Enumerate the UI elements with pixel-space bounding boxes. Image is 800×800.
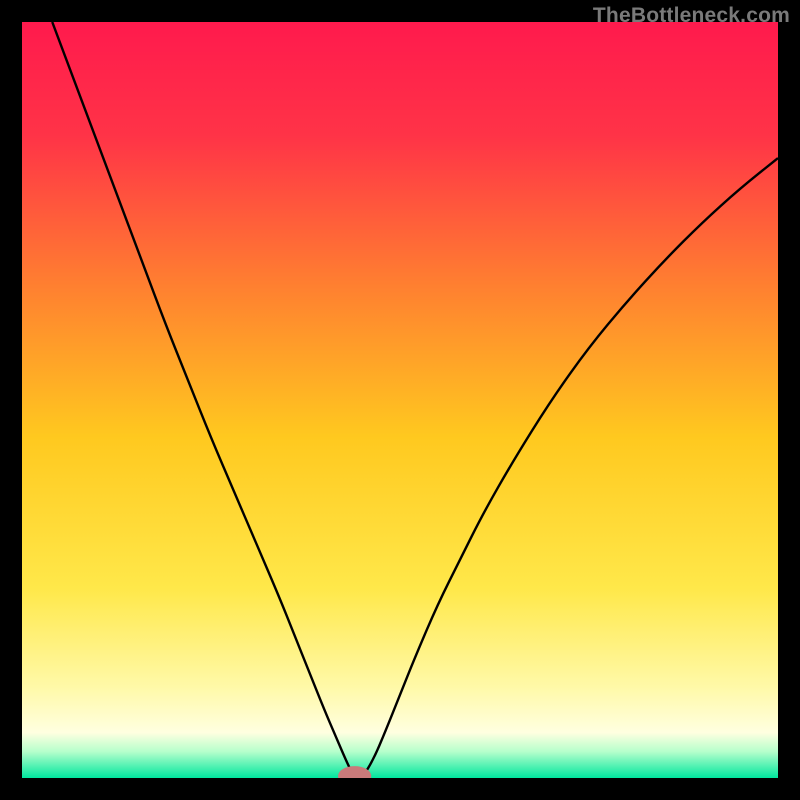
gradient-background [22,22,778,778]
watermark-label: TheBottleneck.com [593,4,790,28]
plot-area [22,22,778,778]
bottleneck-chart [22,22,778,778]
chart-frame: TheBottleneck.com [0,0,800,800]
